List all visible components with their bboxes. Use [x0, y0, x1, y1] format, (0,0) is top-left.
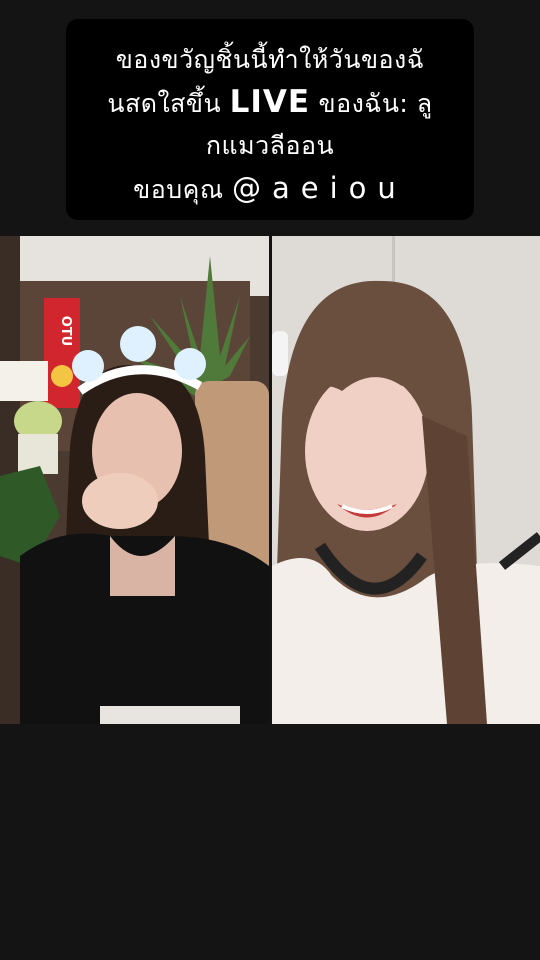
hand	[82, 473, 158, 529]
right-video-feed[interactable]	[272, 236, 540, 724]
hair-clip	[272, 331, 288, 376]
left-video-frame: OTU	[0, 236, 269, 724]
caption-line-4-prefix: ขอบคุณ	[133, 175, 233, 204]
live-label: LIVE	[229, 84, 311, 120]
caption-line-1: ของขวัญชิ้นนี้ทำให้วันของฉั	[115, 45, 425, 74]
live-stream-screen: ของขวัญชิ้นนี้ทำให้วันของฉั นสดใสขึ้น LI…	[0, 0, 540, 960]
lamp-shade	[0, 361, 48, 401]
caption-line-2-prefix: นสดใสขึ้น	[107, 89, 230, 118]
headband-ornament-left	[72, 350, 104, 382]
caption-line-3: กแมวลีออน	[205, 131, 335, 160]
left-video-feed[interactable]: OTU	[0, 236, 269, 724]
red-banner	[44, 298, 80, 408]
right-video-frame	[272, 236, 540, 724]
banner-crest	[51, 365, 73, 387]
caption-line-4: ขอบคุณ @aeiou	[76, 167, 464, 211]
bottom-empty-area	[0, 724, 540, 960]
user-handle: @aeiou	[232, 171, 407, 205]
banner-text: OTU	[58, 316, 73, 346]
headband-ornament-right	[174, 348, 206, 380]
headband-ornament-center	[120, 326, 156, 362]
caption-line-2-suffix: ของฉัน: ลู	[310, 89, 433, 118]
table-edge	[100, 706, 240, 724]
caption-line-2: นสดใสขึ้น LIVE ของฉัน: ลู	[76, 81, 464, 125]
gift-caption-panel: ของขวัญชิ้นนี้ทำให้วันของฉั นสดใสขึ้น LI…	[66, 19, 474, 220]
face	[305, 371, 429, 531]
